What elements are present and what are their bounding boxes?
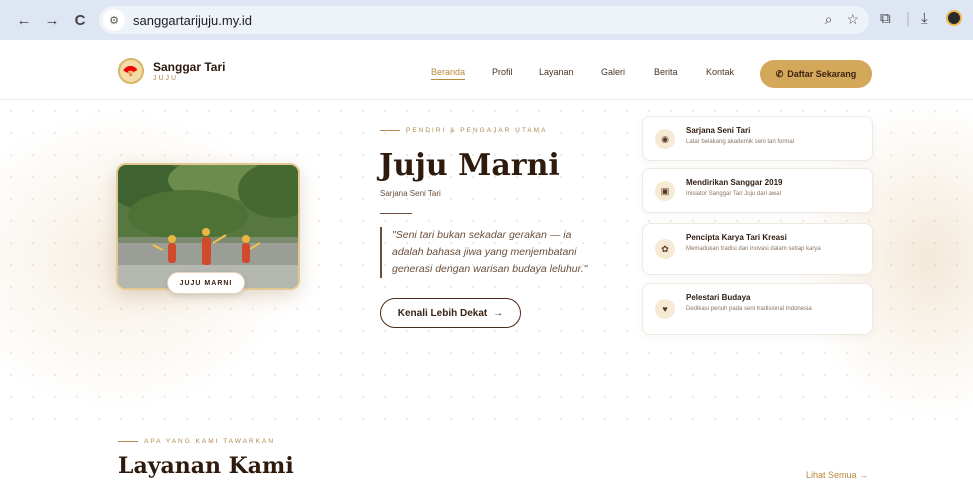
palette-icon: ✿ [655,239,675,259]
site-settings-icon[interactable]: ⚙ [103,9,125,31]
page: 🪭 Sanggar Tari JUJU Beranda Profil Layan… [0,40,973,485]
logo-icon[interactable]: 🪭 [118,58,144,84]
founder-photo-badge: JUJU MARNI [167,272,245,294]
heart-icon: ♥ [655,299,675,319]
forward-icon[interactable]: → [42,10,62,30]
feature-card-creator: ✿ Pencipta Karya Tari Kreasi Memadukan t… [642,223,873,275]
extensions-icon[interactable]: ⧉ [880,10,891,27]
nav-item-profil[interactable]: Profil [492,67,513,77]
zoom-icon[interactable]: ⌕ [825,11,833,28]
nav-item-galeri[interactable]: Galeri [601,67,625,77]
feature-card-founded: ▣ Mendirikan Sanggar 2019 Inisiator Sang… [642,168,873,213]
founder-quote: "Seni tari bukan sekadar gerakan — ia ad… [380,227,600,278]
eyebrow-line [118,441,138,442]
url-text[interactable]: sanggartarijuju.my.id [133,13,252,28]
learn-more-button[interactable]: Kenali Lebih Dekat → [380,298,521,328]
services-eyebrow-text: APA YANG KAMI TAWARKAN [144,438,276,445]
hero-divider [380,213,412,214]
toolbar-divider: | [906,10,910,27]
feature-title: Pelestari Budaya [686,293,751,302]
whatsapp-icon: ✆ [775,68,784,79]
nav-item-beranda[interactable]: Beranda [431,67,465,77]
address-bar[interactable]: ⚙ sanggartarijuju.my.id ⌕ ☆ [99,6,869,34]
services-title: Layanan Kami [118,453,294,479]
feature-desc: Dedikasi penuh pada seni tradisional Ind… [686,306,812,312]
feature-title: Mendirikan Sanggar 2019 [686,178,783,187]
founder-name: Juju Marni [379,148,560,183]
learn-more-label: Kenali Lebih Dekat [397,307,488,319]
see-all-link[interactable]: Lihat Semua → [806,470,868,480]
browser-toolbar: ← → C ⚙ sanggartarijuju.my.id ⌕ ☆ ⧉ | ⤓ [0,0,973,40]
arrow-right-icon: → [493,307,504,319]
feature-card-preserver: ♥ Pelestari Budaya Dedikasi penuh pada s… [642,283,873,335]
calendar-icon: ▣ [655,181,675,201]
site-header: 🪭 Sanggar Tari JUJU Beranda Profil Layan… [0,40,973,100]
feature-title: Pencipta Karya Tari Kreasi [686,233,787,242]
profile-avatar[interactable] [946,10,962,26]
founder-title: Sarjana Seni Tari [380,189,441,198]
feature-desc: Inisiator Sanggar Tari Juju dari awal [686,191,781,197]
nav-item-layanan[interactable]: Layanan [539,67,574,77]
bookmark-star-icon[interactable]: ☆ [846,11,859,28]
feature-card-degree: ◉ Sarjana Seni Tari Latar belakang akade… [642,116,873,161]
register-button[interactable]: ✆ Daftar Sekarang [760,60,872,88]
register-button-label: Daftar Sekarang [787,69,857,79]
feature-title: Sarjana Seni Tari [686,126,751,135]
download-icon[interactable]: ⤓ [921,10,928,27]
services-eyebrow: APA YANG KAMI TAWARKAN [118,438,275,445]
graduation-icon: ◉ [655,129,675,149]
brand-subtitle: JUJU [153,75,179,82]
nav-item-berita[interactable]: Berita [654,67,678,77]
reload-icon[interactable]: C [70,10,90,30]
brand-title[interactable]: Sanggar Tari [153,60,225,74]
nav-item-kontak[interactable]: Kontak [706,67,734,77]
back-icon[interactable]: ← [14,10,34,30]
feature-desc: Latar belakang akademik seni tari formal [686,139,795,145]
hero-eyebrow: PENDIRI & PENGAJAR UTAMA [380,127,547,134]
feature-desc: Memadukan tradisi dan inovasi dalam seti… [686,246,821,252]
founder-photo [116,163,300,290]
hero-eyebrow-text: PENDIRI & PENGAJAR UTAMA [406,127,548,134]
eyebrow-line [380,130,400,131]
